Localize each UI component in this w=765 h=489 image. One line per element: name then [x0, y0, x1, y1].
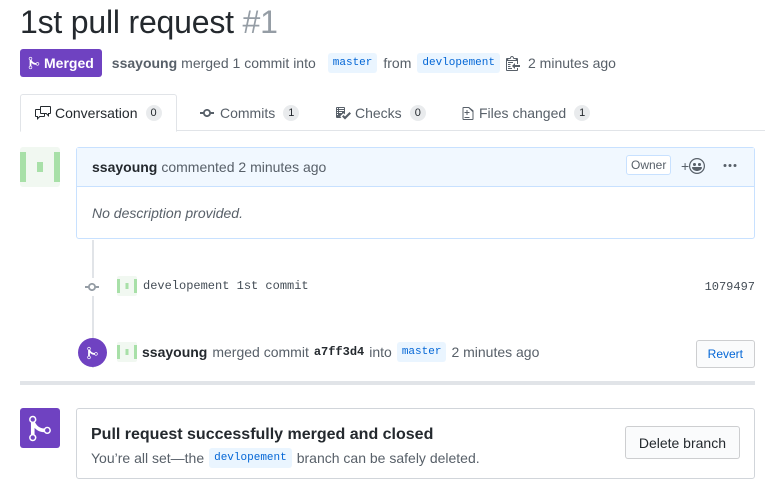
comment-body: No description provided.: [92, 205, 243, 221]
timeline-divider: [20, 381, 755, 385]
merged-time: 2 minutes ago: [528, 55, 616, 71]
pr-author-link[interactable]: ssayoung: [112, 55, 177, 71]
comment-box: ssayoung commented 2 minutes ago Owner +…: [76, 147, 755, 239]
comment-action: commented 2 minutes ago: [161, 159, 327, 175]
tab-commits[interactable]: Commits 1: [200, 94, 300, 131]
commit-row: developement 1st commit 1079497: [84, 275, 755, 299]
revert-button[interactable]: Revert: [695, 340, 755, 368]
kebab-horizontal-icon[interactable]: [722, 158, 738, 174]
git-commit-icon: [200, 105, 216, 121]
merge-message-heading: Pull request successfully merged and clo…: [91, 426, 434, 443]
from-text: from: [383, 55, 412, 71]
tab-conversation-label: Conversation: [55, 105, 138, 121]
tab-files-changed[interactable]: Files changed 1: [461, 94, 591, 131]
avatar[interactable]: [117, 276, 137, 296]
merge-author-link[interactable]: ssayoung: [142, 344, 207, 360]
merge-event-text1: merged commit: [212, 344, 309, 360]
merged-status-label: Merged: [44, 55, 94, 71]
pr-meta: Merged ssayoung merged 1 commit into mas…: [20, 49, 616, 77]
smiley-icon: [689, 158, 706, 174]
head-branch-label[interactable]: devlopement: [417, 53, 500, 73]
base-branch-label[interactable]: master: [327, 53, 378, 73]
tab-conversation[interactable]: Conversation 0: [20, 94, 177, 132]
clipboard-copy-icon[interactable]: [506, 55, 520, 71]
pr-number: #1: [242, 4, 278, 40]
merge-message-text-after: branch can be safely deleted.: [296, 450, 480, 466]
tab-conversation-count: 0: [145, 105, 162, 121]
pr-tabs: Conversation 0 Commits 1 Checks 0 Files …: [20, 94, 765, 132]
merge-message-box: Pull request successfully merged and clo…: [76, 408, 755, 479]
checklist-icon: [335, 105, 351, 121]
tab-files-changed-label: Files changed: [479, 104, 567, 121]
merge-event-time: 2 minutes ago: [451, 344, 540, 360]
merge-event-text: ssayoung merged commit a7ff3d4 into mast…: [117, 342, 539, 362]
merge-commit-sha-link[interactable]: a7ff3d4: [314, 345, 364, 359]
merge-event-row: ssayoung merged commit a7ff3d4 into mast…: [78, 338, 755, 368]
tab-checks[interactable]: Checks 0: [335, 94, 426, 131]
git-merge-icon: [78, 338, 107, 367]
git-commit-icon: [84, 278, 102, 296]
merge-event-text2: into: [369, 344, 392, 360]
commit-message-link[interactable]: developement 1st commit: [143, 279, 309, 293]
comment-author-link[interactable]: ssayoung: [92, 159, 157, 175]
comment-header: ssayoung commented 2 minutes ago Owner +: [77, 148, 754, 187]
pr-title-text: 1st pull request: [20, 4, 234, 40]
commit-message-group: developement 1st commit: [117, 276, 309, 296]
merged-text: merged 1 commit into: [181, 55, 316, 71]
owner-label: Owner: [626, 155, 672, 175]
add-reaction-button[interactable]: +: [681, 158, 706, 174]
merge-message-text-before: You’re all set—the: [91, 450, 205, 466]
tab-files-changed-count: 1: [574, 104, 591, 121]
merge-target-branch[interactable]: master: [396, 342, 447, 362]
merge-message-subtext: You’re all set—the devlopement branch ca…: [91, 448, 480, 468]
file-diff-icon: [461, 105, 475, 121]
tab-checks-label: Checks: [355, 104, 402, 121]
git-merge-icon: [20, 408, 60, 448]
comment-discussion-icon: [35, 105, 51, 121]
delete-branch-button[interactable]: Delete branch: [624, 426, 740, 459]
avatar[interactable]: [117, 342, 137, 362]
deletable-branch-label[interactable]: devlopement: [209, 448, 292, 468]
pr-title: 1st pull request #1: [20, 4, 278, 41]
avatar[interactable]: [20, 147, 60, 187]
tab-commits-count: 1: [283, 104, 300, 121]
commit-sha-link[interactable]: 1079497: [705, 280, 755, 294]
tab-commits-label: Commits: [220, 104, 276, 121]
tab-checks-count: 0: [409, 104, 426, 121]
merged-status-badge: Merged: [20, 49, 102, 77]
reaction-plus: +: [681, 158, 690, 174]
git-merge-icon: [28, 56, 40, 70]
